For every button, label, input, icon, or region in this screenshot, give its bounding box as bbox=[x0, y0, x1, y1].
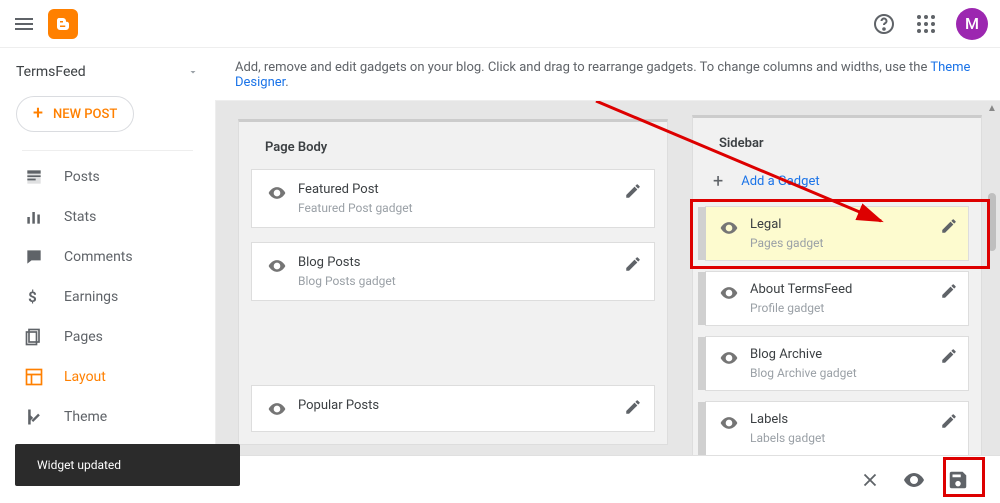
edit-icon[interactable] bbox=[940, 412, 958, 430]
help-text: Add, remove and edit gadgets on your blo… bbox=[215, 48, 1000, 100]
layout-icon bbox=[24, 367, 44, 387]
new-post-button[interactable]: + NEW POST bbox=[16, 96, 134, 132]
add-gadget-label: Add a Gadget bbox=[741, 174, 819, 189]
drag-handle[interactable] bbox=[698, 402, 706, 455]
account-avatar[interactable]: M bbox=[956, 8, 988, 40]
nav-label: Theme bbox=[64, 409, 107, 425]
chevron-down-icon bbox=[187, 66, 199, 78]
gadget-subtitle: Pages gadget bbox=[750, 236, 930, 250]
scrollbar-thumb[interactable] bbox=[988, 193, 996, 251]
main-area: Add, remove and edit gadgets on your blo… bbox=[215, 48, 1000, 502]
nav-stats[interactable]: Stats bbox=[0, 197, 215, 237]
nav-comments[interactable]: Comments bbox=[0, 237, 215, 277]
blogger-logo[interactable] bbox=[48, 9, 78, 39]
gadget-about[interactable]: About TermsFeed Profile gadget bbox=[705, 271, 969, 326]
plus-icon: + bbox=[713, 171, 723, 192]
edit-icon[interactable] bbox=[624, 255, 642, 273]
toast-notification: Widget updated bbox=[15, 444, 240, 486]
hamburger-menu-icon[interactable] bbox=[12, 12, 36, 36]
footer-action-bar bbox=[215, 455, 1000, 503]
visibility-icon bbox=[718, 217, 740, 238]
visibility-icon bbox=[266, 398, 288, 419]
add-gadget-button[interactable]: + Add a Gadget bbox=[705, 165, 969, 206]
edit-icon[interactable] bbox=[940, 217, 958, 235]
nav-layout[interactable]: Layout bbox=[0, 357, 215, 397]
sidebar-title: Sidebar bbox=[705, 130, 969, 165]
nav-label: Posts bbox=[64, 169, 100, 185]
left-nav: TermsFeed + NEW POST Posts Stats Comment… bbox=[0, 48, 215, 502]
gadget-title: About TermsFeed bbox=[750, 282, 930, 297]
drag-handle[interactable] bbox=[698, 337, 706, 390]
nav-label: Earnings bbox=[64, 289, 118, 305]
sidebar-column: Sidebar + Add a Gadget Legal Pages gadge… bbox=[692, 115, 982, 469]
visibility-icon bbox=[266, 255, 288, 276]
blog-selector[interactable]: TermsFeed bbox=[0, 56, 215, 92]
top-bar: M bbox=[0, 0, 1000, 48]
nav-label: Comments bbox=[64, 249, 133, 265]
gadget-subtitle: Profile gadget bbox=[750, 301, 930, 315]
gadget-subtitle: Featured Post gadget bbox=[298, 201, 614, 215]
edit-icon[interactable] bbox=[624, 398, 642, 416]
save-icon[interactable] bbox=[946, 468, 970, 492]
help-text-pre: Add, remove and edit gadgets on your blo… bbox=[235, 60, 930, 75]
gadget-blog-archive[interactable]: Blog Archive Blog Archive gadget bbox=[705, 336, 969, 391]
apps-grid-icon[interactable] bbox=[914, 12, 938, 36]
close-icon[interactable] bbox=[858, 468, 882, 492]
visibility-icon bbox=[266, 182, 288, 203]
theme-icon bbox=[24, 407, 44, 427]
visibility-icon bbox=[718, 282, 740, 303]
drag-handle[interactable] bbox=[698, 272, 706, 325]
pages-icon bbox=[24, 327, 44, 347]
gadget-featured-post[interactable]: Featured Post Featured Post gadget bbox=[251, 169, 655, 228]
help-text-post: . bbox=[285, 75, 288, 90]
scroll-up-arrow-icon[interactable]: ▲ bbox=[987, 103, 997, 115]
new-post-label: NEW POST bbox=[53, 107, 117, 122]
stats-icon bbox=[24, 207, 44, 227]
gadget-title: Blog Posts bbox=[298, 255, 614, 270]
gadget-labels[interactable]: Labels Labels gadget bbox=[705, 401, 969, 456]
svg-text:$: $ bbox=[28, 288, 37, 306]
gadget-legal[interactable]: Legal Pages gadget bbox=[705, 206, 969, 261]
earnings-icon: $ bbox=[24, 287, 44, 307]
gadget-subtitle: Blog Posts gadget bbox=[298, 274, 614, 288]
help-icon[interactable] bbox=[872, 12, 896, 36]
gadget-popular-posts[interactable]: Popular Posts bbox=[251, 385, 655, 432]
comments-icon bbox=[24, 247, 44, 267]
preview-icon[interactable] bbox=[902, 468, 926, 492]
gadget-title: Featured Post bbox=[298, 182, 614, 197]
nav-label: Layout bbox=[64, 369, 106, 385]
drag-handle[interactable] bbox=[698, 207, 706, 260]
gadget-title: Blog Archive bbox=[750, 347, 930, 362]
nav-posts[interactable]: Posts bbox=[0, 157, 215, 197]
gadget-title: Labels bbox=[750, 412, 930, 427]
plus-icon: + bbox=[33, 105, 43, 123]
gadget-title: Popular Posts bbox=[298, 398, 614, 413]
page-body-column: Page Body Featured Post Featured Post ga… bbox=[238, 119, 668, 445]
page-body-title: Page Body bbox=[251, 134, 655, 169]
edit-icon[interactable] bbox=[624, 182, 642, 200]
gadget-subtitle: Blog Archive gadget bbox=[750, 366, 930, 380]
nav-pages[interactable]: Pages bbox=[0, 317, 215, 357]
nav-earnings[interactable]: $ Earnings bbox=[0, 277, 215, 317]
blog-selector-name: TermsFeed bbox=[16, 64, 86, 80]
gadget-blog-posts[interactable]: Blog Posts Blog Posts gadget bbox=[251, 242, 655, 301]
visibility-icon bbox=[718, 347, 740, 368]
layout-canvas: ▲ Page Body Featured Post Featured Post … bbox=[215, 100, 1000, 502]
visibility-icon bbox=[718, 412, 740, 433]
nav-label: Pages bbox=[64, 329, 103, 345]
edit-icon[interactable] bbox=[940, 282, 958, 300]
posts-icon bbox=[24, 167, 44, 187]
edit-icon[interactable] bbox=[940, 347, 958, 365]
gadget-subtitle: Labels gadget bbox=[750, 431, 930, 445]
nav-label: Stats bbox=[64, 209, 96, 225]
gadget-title: Legal bbox=[750, 217, 930, 232]
nav-theme[interactable]: Theme bbox=[0, 397, 215, 437]
